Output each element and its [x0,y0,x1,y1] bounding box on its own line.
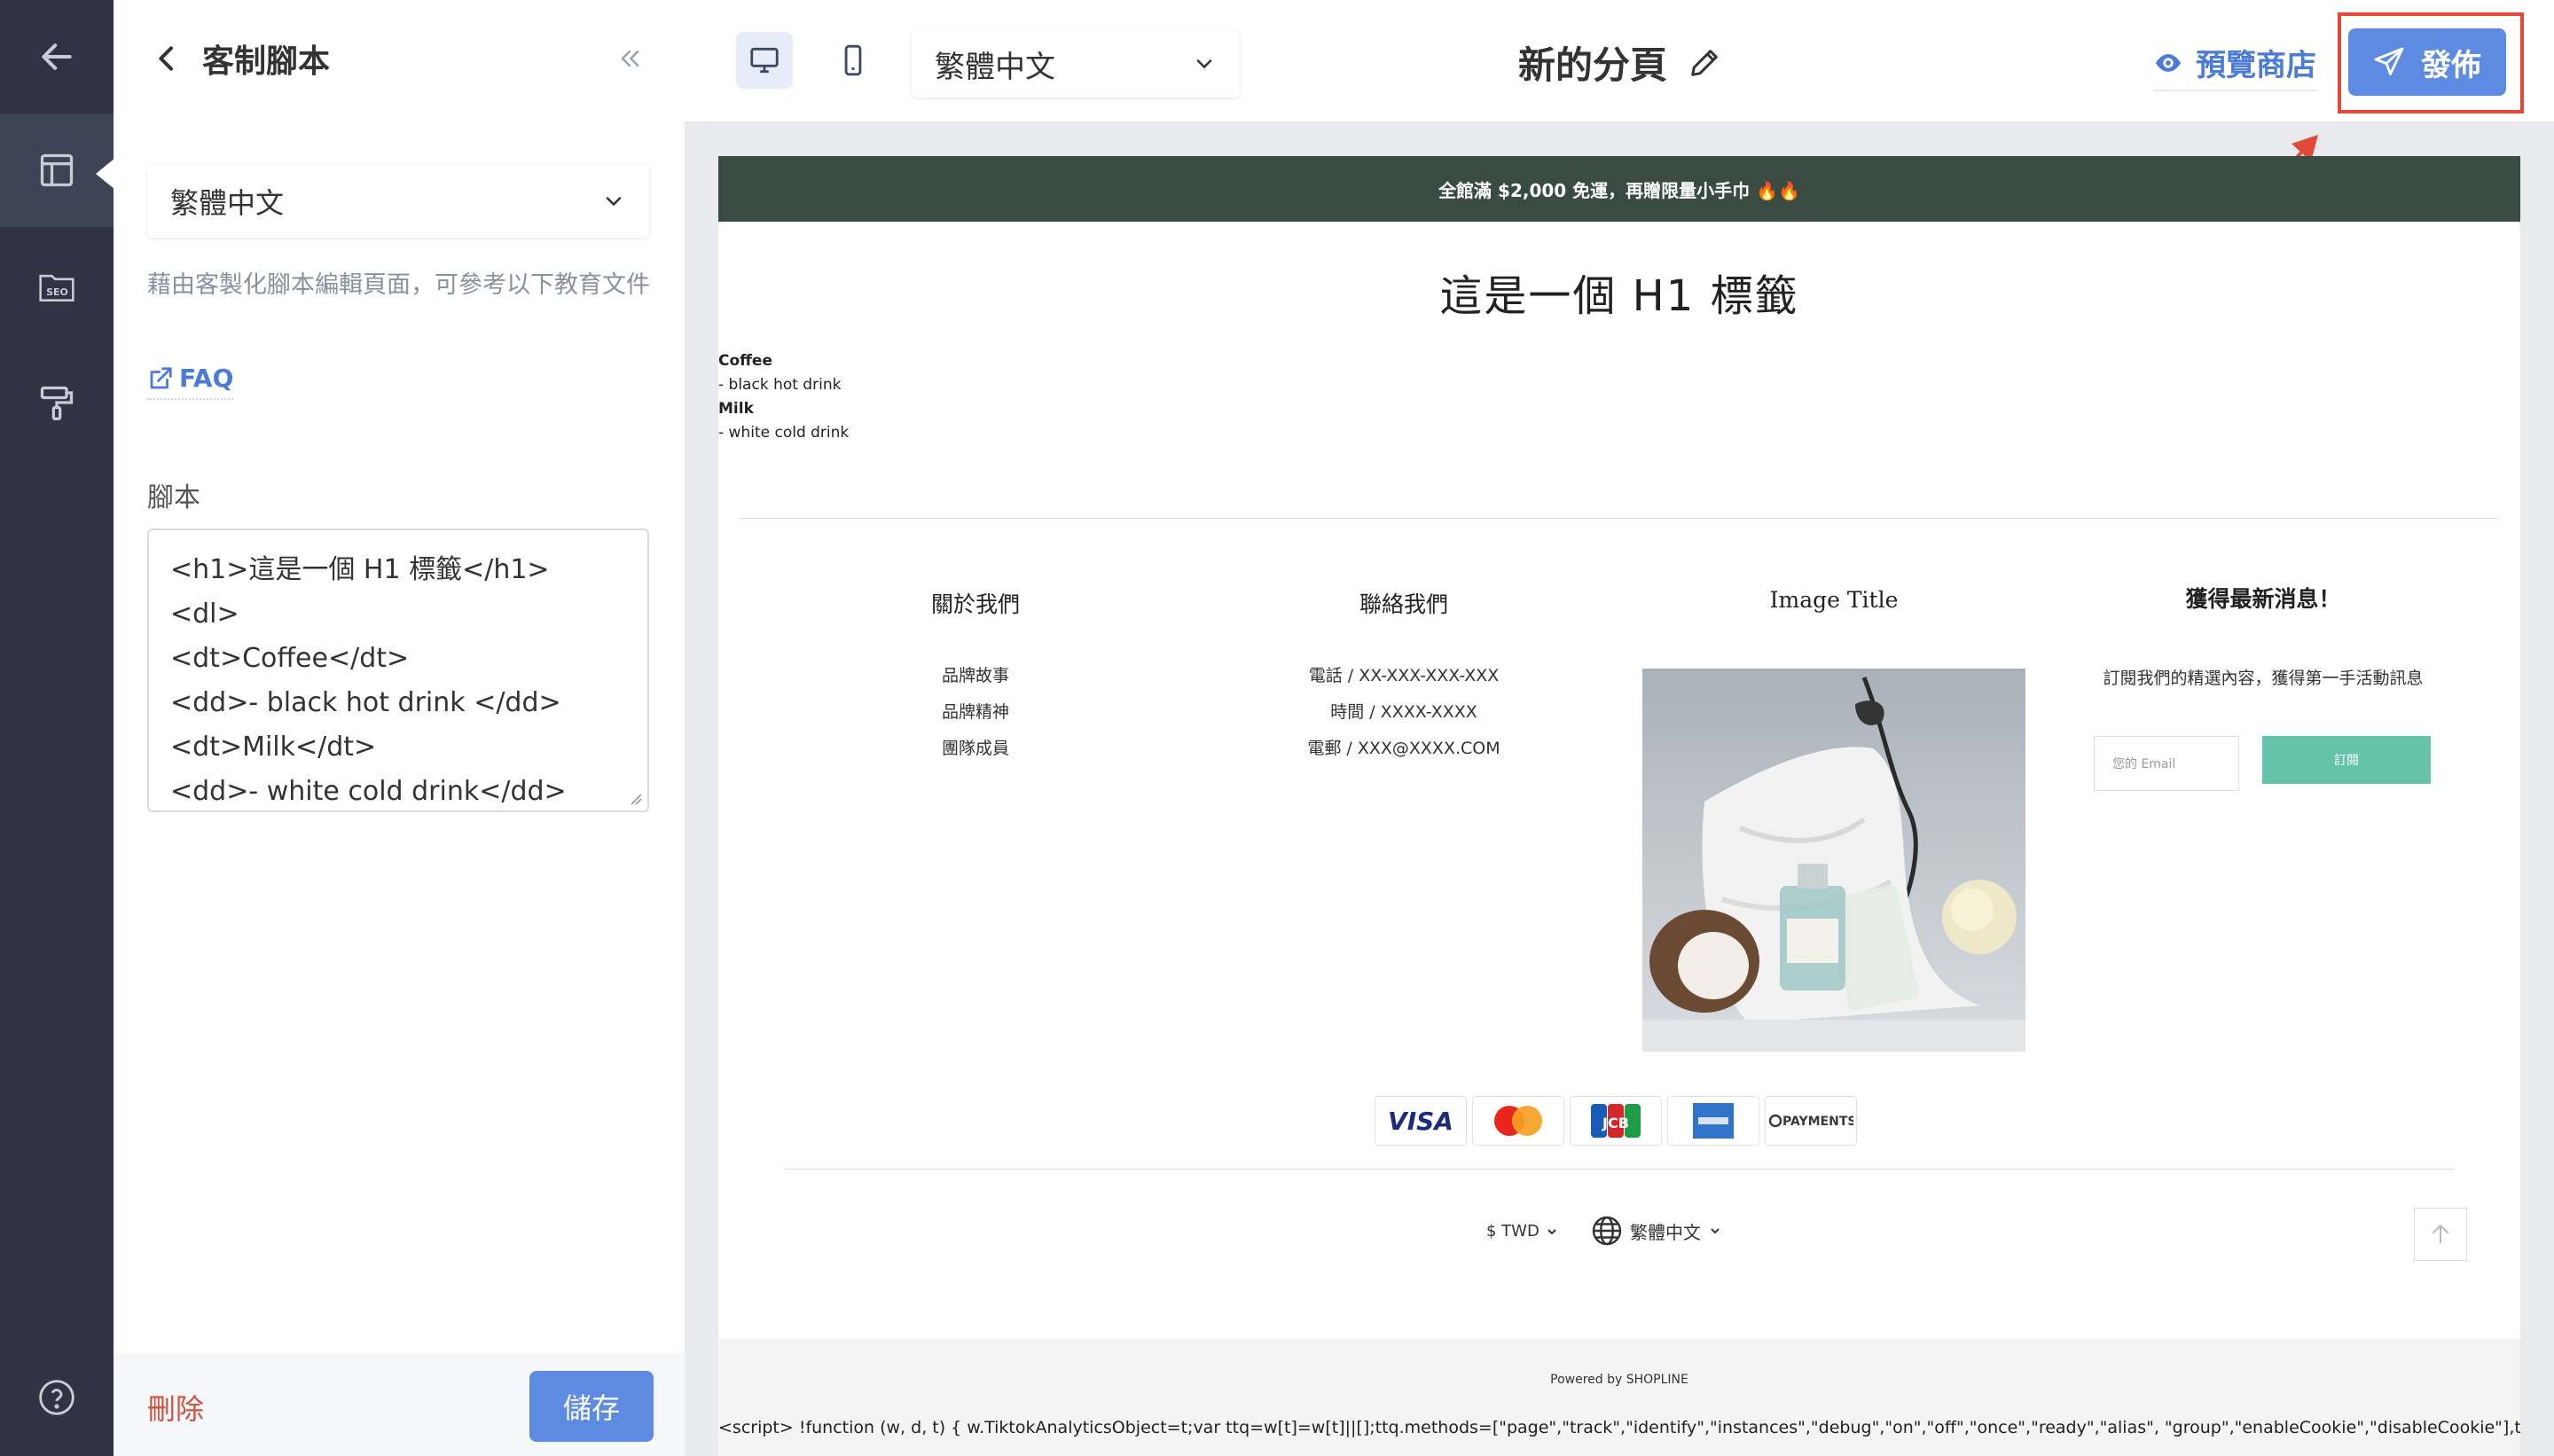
currency-value: $ TWD [1486,1222,1539,1241]
script-textarea[interactable]: <h1>這是一個 H1 標籤</h1> <dl> <dt>Coffee</dt>… [147,528,649,812]
preview-store-link[interactable]: 預覽商店 [2153,41,2316,91]
chevron-left-icon[interactable] [149,41,184,76]
seo-folder-icon: SEO [39,274,74,301]
product-image [1642,669,2025,1052]
preview-language-select[interactable]: 繁體中文 [912,30,1240,98]
arrow-left-icon [42,43,72,70]
language-select-value: 繁體中文 [170,186,285,220]
script-panel: 客制腳本 繁體中文 藉由客製化腳本編輯頁面，可參考以下教育文件 FAQ 腳本 <… [114,0,685,1456]
contact-hours: 時間 / XXXX-XXXX [1330,702,1477,722]
dl-term: Milk [718,400,754,418]
script-hint-text: 藉由客製化腳本編輯頁面，可參考以下教育文件 [147,271,650,299]
layout-icon [40,153,74,187]
newsletter-email-input[interactable]: 您的 Email [2094,736,2239,791]
publish-label: 發佈 [2421,47,2481,83]
promo-bar: 全館滿 $2,000 免運，再贈限量小手巾 🔥🔥 [718,156,2520,222]
subscribe-button[interactable]: 訂閱 [2262,736,2431,784]
panel-footer: 刪除 儲存 [114,1353,685,1456]
contact-column: 聯絡我們 電話 / XX-XXX-XXX-XXX 時間 / XXXX-XXXX … [1226,587,1581,767]
panel-title: 客制腳本 [202,43,331,80]
paint-roller-icon [40,386,74,420]
about-link[interactable]: 品牌故事 [798,658,1153,694]
amex-icon [1667,1096,1759,1146]
preview-heading: 這是一個 H1 標籤 [1439,271,1799,321]
script-field-label: 腳本 [147,482,200,513]
preview-language-value: 繁體中文 [935,49,1055,85]
nav-rail: SEO [0,0,114,1456]
eye-icon [2155,53,2182,72]
contact-title: 聯絡我們 [1359,591,1448,617]
dl-description: - black hot drink [718,376,842,394]
svg-text:JCB: JCB [1602,1115,1629,1131]
locale-selector[interactable]: 繁體中文 [1591,1215,1722,1247]
newsletter-column: 獲得最新消息！ 訂閱我們的精選內容，獲得第一手活動訊息 [2086,582,2440,689]
page-title: 新的分頁 [1518,43,1668,87]
dl-description: - white cold drink [718,424,850,442]
locale-value: 繁體中文 [1630,1221,1701,1243]
divider [784,1169,2455,1170]
back-to-top-button[interactable] [2414,1208,2467,1261]
powered-by-text: Powered by SHOPLINE [1550,1373,1688,1387]
desktop-view-button[interactable] [736,32,793,89]
help-button[interactable] [0,1341,114,1454]
desktop-icon [750,47,779,74]
panel-header: 客制腳本 [114,0,685,117]
collapse-panel-icon[interactable] [615,44,644,73]
seo-nav-button[interactable]: SEO [0,231,114,344]
chevron-down-icon [606,197,622,207]
save-button[interactable]: 儲存 [529,1371,654,1442]
svg-text:VISA: VISA [1388,1107,1453,1136]
chevron-down-icon [1547,1228,1556,1234]
powered-by-bar: Powered by SHOPLINE [718,1339,2520,1456]
help-icon [39,1380,74,1415]
theme-nav-button[interactable] [0,346,114,459]
publish-button[interactable]: 發佈 [2348,28,2506,96]
back-button[interactable] [0,0,114,114]
visa-icon: VISA [1375,1096,1467,1146]
mastercard-icon [1472,1096,1564,1146]
pencil-icon[interactable] [1687,45,1722,81]
about-link[interactable]: 品牌精神 [798,694,1153,731]
external-link-icon [150,366,172,388]
language-select[interactable]: 繁體中文 [147,165,649,238]
raw-script-text: <script> !function (w, d, t) { w.TiktokA… [718,1418,2520,1437]
send-icon [2374,47,2404,75]
divider [740,518,2499,519]
arrow-up-icon [2432,1224,2449,1243]
resize-grip-icon[interactable] [630,793,642,805]
active-nav-pointer [96,158,115,190]
svg-text:PAYMENTS: PAYMENTS [1782,1115,1853,1129]
mobile-icon [844,44,862,76]
mobile-view-button[interactable] [825,32,881,89]
newsletter-form: 您的 Email 訂閱 [2094,736,2431,791]
page-preview: 全館滿 $2,000 免運，再贈限量小手巾 🔥🔥 這是一個 H1 標籤 Coff… [718,156,2520,1456]
preview-store-label: 預覽商店 [2196,48,2316,83]
about-column: 關於我們 品牌故事 品牌精神 團隊成員 [798,587,1153,767]
image-title: Image Title [1769,587,1899,613]
globe-icon [1592,1216,1622,1246]
contact-phone: 電話 / XX-XXX-XXX-XXX [1308,666,1500,685]
faq-link[interactable]: FAQ [147,364,234,400]
page-name: 新的分頁 [1518,35,1722,90]
newsletter-text: 訂閱我們的精選內容，獲得第一手活動訊息 [2103,669,2424,688]
currency-selector[interactable]: $ TWD [1486,1222,1559,1241]
delete-button[interactable]: 刪除 [147,1387,204,1428]
svg-text:SEO: SEO [46,286,68,298]
about-title: 關於我們 [930,591,1020,617]
chevron-down-icon [1196,59,1212,69]
chevron-down-icon [1711,1228,1720,1234]
dl-term: Coffee [718,352,772,370]
payment-methods: VISA JCB PAYMENTS [1375,1096,1857,1146]
image-column: Image Title [1657,587,2011,613]
faq-label: FAQ [179,364,234,393]
jcb-icon: JCB [1570,1096,1662,1146]
payments-icon: PAYMENTS [1765,1096,1857,1146]
about-link[interactable]: 團隊成員 [798,731,1153,767]
contact-email: 電郵 / XXX@XXXX.COM [1307,739,1500,758]
newsletter-title: 獲得最新消息！ [2185,586,2341,612]
definition-list: Coffee - black hot drink Milk - white co… [718,349,849,445]
editor-toolbar: 繁體中文 新的分頁 預覽商店 發佈 [685,0,2554,122]
